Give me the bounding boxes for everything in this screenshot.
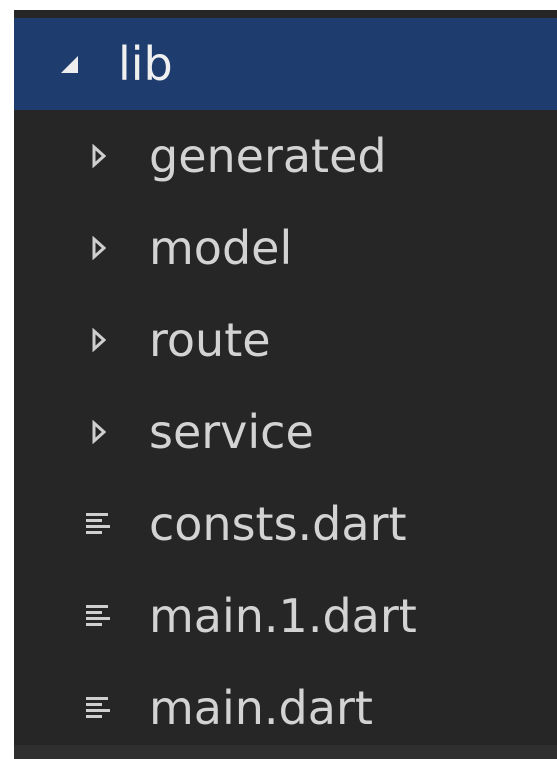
triangle-collapsed-icon[interactable] <box>84 328 114 352</box>
file-lines-icon <box>84 693 114 723</box>
tree-item-main-dart[interactable]: main.dart <box>14 662 557 754</box>
tree-item-label: lib <box>118 37 173 91</box>
tree-item-generated[interactable]: generated <box>14 110 557 202</box>
triangle-collapsed-icon[interactable] <box>84 420 114 444</box>
tree-item-label: service <box>149 405 314 459</box>
tree-item-label: consts.dart <box>149 497 407 551</box>
file-lines-icon <box>84 601 114 631</box>
triangle-expanded-icon[interactable] <box>54 53 84 75</box>
tree-item-route[interactable]: route <box>14 294 557 386</box>
tree-item-service[interactable]: service <box>14 386 557 478</box>
file-lines-icon <box>84 509 114 539</box>
triangle-collapsed-icon[interactable] <box>84 144 114 168</box>
panel-bottom-edge <box>14 745 557 759</box>
file-explorer-panel: lib generated model route service consts… <box>14 10 557 759</box>
tree-item-label: main.1.dart <box>149 589 417 643</box>
tree-item-model[interactable]: model <box>14 202 557 294</box>
tree-item-main-1-dart[interactable]: main.1.dart <box>14 570 557 662</box>
tree-item-label: model <box>149 221 293 275</box>
triangle-collapsed-icon[interactable] <box>84 236 114 260</box>
tree-item-label: generated <box>149 129 387 183</box>
tree-item-label: main.dart <box>149 681 373 735</box>
tree-item-label: route <box>149 313 271 367</box>
tree-item-consts-dart[interactable]: consts.dart <box>14 478 557 570</box>
tree-item-lib[interactable]: lib <box>14 18 557 110</box>
